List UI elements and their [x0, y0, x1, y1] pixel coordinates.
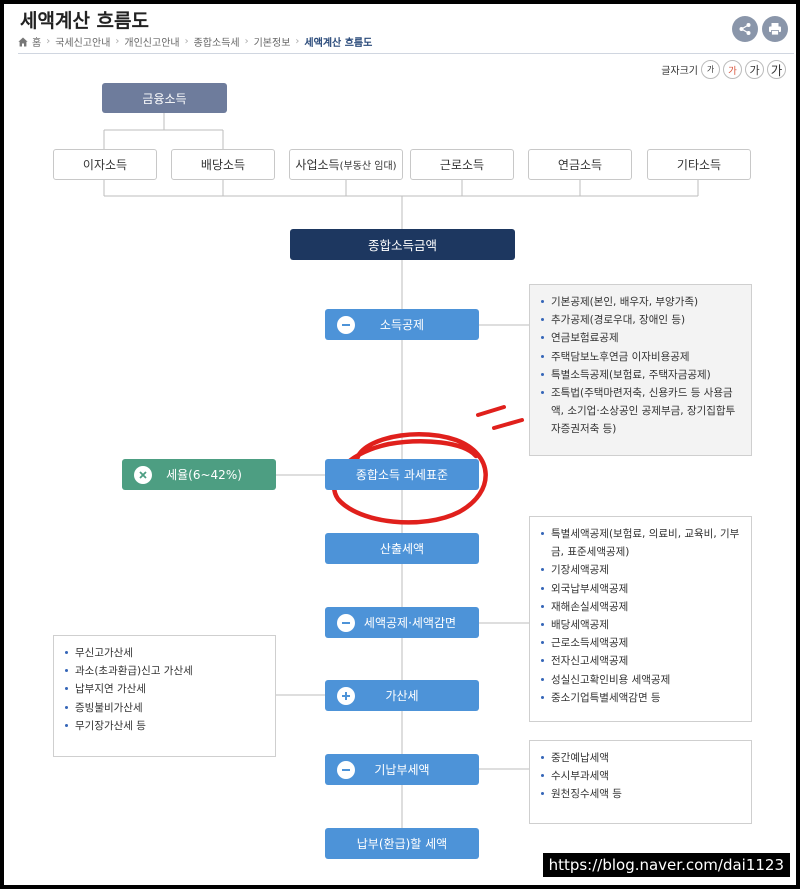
step-calculated-tax: 산출세액	[325, 533, 479, 564]
step-prepaid-tax: 기납부세액	[325, 754, 479, 785]
deductions-item: 특별소득공제(보험료, 주택자금공제)	[540, 366, 741, 384]
income-type-other: 기타소득	[647, 149, 751, 180]
deductions-item: 주택담보노후연금 이자비용공제	[540, 348, 741, 366]
income-type-business: 사업소득 (부동산 임대)	[289, 149, 403, 180]
credits-item: 전자신고세액공제	[540, 652, 741, 670]
credits-item: 특별세액공제(보험료, 의료비, 교육비, 기부금, 표준세액공제)	[540, 525, 741, 561]
prepaid-note: 중간예납세액 수시부과세액 원천징수세액 등	[529, 740, 752, 824]
deductions-item: 조특법(주택마련저축, 신용카드 등 사용금액, 소기업·소상공인 공제부금, …	[540, 384, 741, 439]
prepaid-item: 중간예납세액	[540, 749, 741, 767]
tax-rate-label: 세율(6~42%)	[166, 468, 242, 482]
tax-rate-box: 세율(6~42%)	[122, 459, 276, 490]
penalties-item: 무기장가산세 등	[64, 717, 265, 735]
step-tax-credit: 세액공제·세액감면	[325, 607, 479, 638]
step-label: 기납부세액	[374, 763, 430, 777]
credits-item: 성실신고확인비용 세액공제	[540, 671, 741, 689]
financial-income-box: 금융소득	[102, 83, 227, 113]
minus-icon	[337, 315, 355, 334]
credits-item: 중소기업특별세액감면 등	[540, 689, 741, 707]
multiply-icon	[134, 465, 152, 484]
minus-icon	[337, 613, 355, 632]
business-income-sub: (부동산 임대)	[339, 161, 397, 172]
step-label: 세액공제·세액감면	[363, 616, 457, 630]
credits-item: 기장세액공제	[540, 561, 741, 579]
deductions-item: 연금보험료공제	[540, 329, 741, 347]
penalties-note: 무신고가산세 과소(초과환급)신고 가산세 납부지연 가산세 증빙불비가산세 무…	[53, 635, 276, 757]
step-payable-tax: 납부(환급)할 세액	[325, 828, 479, 859]
income-type-pension: 연금소득	[528, 149, 632, 180]
deductions-item: 기본공제(본인, 배우자, 부양가족)	[540, 293, 741, 311]
penalties-item: 무신고가산세	[64, 644, 265, 662]
income-type-earned: 근로소득	[410, 149, 514, 180]
minus-icon	[337, 760, 355, 779]
credits-item: 배당세액공제	[540, 616, 741, 634]
deductions-item: 추가공제(경로우대, 장애인 등)	[540, 311, 741, 329]
step-label: 가산세	[385, 689, 419, 703]
step-income-deduction: 소득공제	[325, 309, 479, 340]
page: 세액계산 흐름도 홈 › 국세신고안내 › 개인신고안내 › 종합소득세 › 기…	[4, 4, 796, 885]
step-label: 소득공제	[379, 318, 425, 332]
credits-item: 재해손실세액공제	[540, 598, 741, 616]
income-type-dividend: 배당소득	[171, 149, 275, 180]
blog-watermark: https://blog.naver.com/dai1123	[542, 853, 790, 877]
penalties-item: 증빙불비가산세	[64, 699, 265, 717]
total-income-box: 종합소득금액	[290, 229, 515, 260]
credits-note: 특별세액공제(보험료, 의료비, 교육비, 기부금, 표준세액공제) 기장세액공…	[529, 516, 752, 722]
prepaid-item: 원천징수세액 등	[540, 785, 741, 803]
income-type-interest: 이자소득	[53, 149, 157, 180]
plus-icon	[337, 686, 355, 705]
step-penalty-tax: 가산세	[325, 680, 479, 711]
prepaid-item: 수시부과세액	[540, 767, 741, 785]
penalties-item: 납부지연 가산세	[64, 680, 265, 698]
business-income-label: 사업소득	[295, 158, 340, 172]
step-tax-base: 종합소득 과세표준	[325, 459, 479, 490]
deductions-note: 기본공제(본인, 배우자, 부양가족) 추가공제(경로우대, 장애인 등) 연금…	[529, 284, 752, 456]
penalties-item: 과소(초과환급)신고 가산세	[64, 662, 265, 680]
credits-item: 외국납부세액공제	[540, 580, 741, 598]
credits-item: 근로소득세액공제	[540, 634, 741, 652]
